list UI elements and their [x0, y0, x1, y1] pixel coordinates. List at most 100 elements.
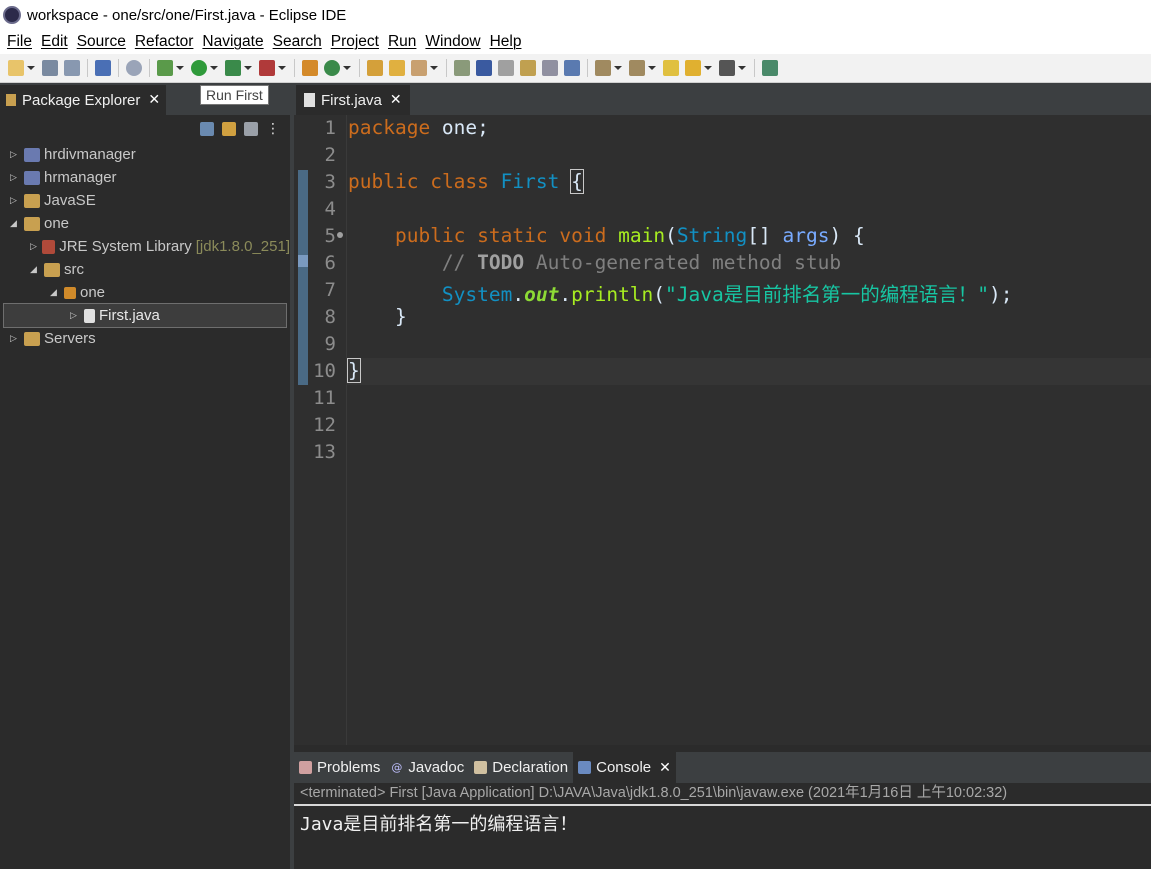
menu-window[interactable]: Window [425, 33, 480, 51]
matching-bracket: } [347, 358, 361, 383]
external-tools-dropdown-icon[interactable] [278, 66, 286, 70]
task-marker-icon[interactable] [298, 255, 308, 267]
previous-annotation-icon[interactable] [629, 60, 645, 76]
punctuation: ) { [829, 224, 865, 247]
open-folder-icon[interactable] [389, 60, 405, 76]
tree-item-jre-library[interactable]: ▷ JRE System Library [jdk1.8.0_251] [0, 235, 290, 258]
tree-item-src[interactable]: ◢ src [0, 258, 290, 281]
new-java-package-icon[interactable] [324, 60, 340, 76]
tree-item-one-project[interactable]: ◢ one [0, 212, 290, 235]
menu-file[interactable]: File [7, 33, 32, 51]
highlight-icon[interactable] [476, 60, 492, 76]
menu-help[interactable]: Help [490, 33, 522, 51]
show-whitespace-icon[interactable] [542, 60, 558, 76]
external-tools-icon[interactable] [259, 60, 275, 76]
tree-item-hrmanager[interactable]: ▷ hrmanager [0, 166, 290, 189]
string-literal: "Java是目前排名第一的编程语言！" [665, 283, 989, 306]
new-icon[interactable] [8, 60, 24, 76]
expand-icon[interactable]: ▷ [10, 149, 20, 160]
java-file-icon [84, 308, 95, 323]
back-dropdown-icon[interactable] [704, 66, 712, 70]
next-annotation-dropdown-icon[interactable] [614, 66, 622, 70]
tab-package-explorer[interactable]: Package Explorer ✕ [0, 83, 167, 115]
new-class-dropdown-icon[interactable] [343, 66, 351, 70]
debug-dropdown-icon[interactable] [176, 66, 184, 70]
keyword: package [348, 116, 431, 139]
tab-javadoc[interactable]: @ Javadoc [385, 752, 469, 783]
filter-icon[interactable] [244, 122, 258, 136]
tab-first-java[interactable]: First.java ✕ [296, 83, 410, 115]
menu-project[interactable]: Project [331, 33, 379, 51]
menu-run[interactable]: Run [388, 33, 416, 51]
forward-icon[interactable] [719, 60, 735, 76]
save-all-icon[interactable] [64, 60, 80, 76]
tree-item-label: JRE System Library [59, 238, 192, 255]
debug-icon[interactable] [157, 60, 173, 76]
toggle-mark-occurrences-icon[interactable] [454, 60, 470, 76]
pin-editor-icon[interactable] [762, 60, 778, 76]
next-annotation-icon[interactable] [595, 60, 611, 76]
close-icon[interactable]: ✕ [659, 760, 671, 776]
new-java-project-icon[interactable] [302, 60, 318, 76]
open-type-icon[interactable] [367, 60, 383, 76]
line-number: 11 [313, 387, 336, 409]
word-wrap-icon[interactable] [520, 60, 536, 76]
new-dropdown-icon[interactable] [27, 66, 35, 70]
line-number: 12 [313, 414, 336, 436]
fold-icon[interactable] [337, 232, 343, 238]
previous-annotation-dropdown-icon[interactable] [648, 66, 656, 70]
forward-dropdown-icon[interactable] [738, 66, 746, 70]
run-icon[interactable] [191, 60, 207, 76]
line-number: 8 [324, 306, 336, 328]
menu-navigate[interactable]: Navigate [202, 33, 263, 51]
tree-item-one-package[interactable]: ◢ one [0, 281, 290, 304]
tree-item-hrdivmanager[interactable]: ▷ hrdivmanager [0, 143, 290, 166]
tree-item-javase[interactable]: ▷ JavaSE [0, 189, 290, 212]
run-dropdown-icon[interactable] [210, 66, 218, 70]
block-selection-icon[interactable] [498, 60, 514, 76]
menu-search[interactable]: Search [273, 33, 322, 51]
expand-icon[interactable]: ▷ [10, 172, 20, 183]
collapse-icon[interactable]: ◢ [50, 287, 60, 298]
expand-icon[interactable]: ▷ [30, 241, 38, 252]
tab-problems[interactable]: Problems [294, 752, 385, 783]
matching-bracket: { [570, 169, 584, 194]
close-icon[interactable]: ✕ [390, 92, 402, 108]
view-menu-icon[interactable]: ⋮ [266, 122, 280, 136]
pilcrow-icon[interactable] [564, 60, 580, 76]
expand-icon[interactable]: ▷ [70, 310, 80, 321]
tab-console[interactable]: Console ✕ [573, 752, 676, 783]
tab-declaration[interactable]: Declaration [469, 752, 573, 783]
coverage-dropdown-icon[interactable] [244, 66, 252, 70]
collapse-icon[interactable]: ◢ [30, 264, 40, 275]
skip-breakpoints-icon[interactable] [126, 60, 142, 76]
keyword: public [348, 170, 419, 193]
search-icon[interactable] [411, 60, 427, 76]
save-icon[interactable] [42, 60, 58, 76]
tree-item-servers[interactable]: ▷ Servers [0, 327, 290, 350]
console-view[interactable]: <terminated> First [Java Application] D:… [294, 783, 1151, 869]
code-line-6: // TODO Auto-generated method stub [348, 251, 841, 274]
terminal-icon[interactable] [95, 60, 111, 76]
code-line-8: } [348, 305, 407, 328]
search-dropdown-icon[interactable] [430, 66, 438, 70]
link-with-editor-icon[interactable] [222, 122, 236, 136]
menu-edit[interactable]: Edit [41, 33, 68, 51]
menu-source[interactable]: Source [77, 33, 126, 51]
panel-splitter[interactable] [294, 745, 1151, 752]
collapse-icon[interactable]: ◢ [10, 218, 20, 229]
collapse-all-icon[interactable] [200, 122, 214, 136]
close-icon[interactable]: ✕ [148, 92, 160, 108]
expand-icon[interactable]: ▷ [10, 333, 20, 344]
coverage-icon[interactable] [225, 60, 241, 76]
menu-refactor[interactable]: Refactor [135, 33, 194, 51]
line-number: 7 [324, 279, 336, 301]
run-tooltip: Run First [200, 85, 269, 105]
expand-icon[interactable]: ▷ [10, 195, 20, 206]
last-edit-location-icon[interactable] [663, 60, 679, 76]
back-icon[interactable] [685, 60, 701, 76]
toolbar-separator [149, 59, 150, 77]
tree-item-first-java[interactable]: ▷ First.java [3, 303, 287, 328]
code-editor[interactable]: 1 2 3 4 5 6 7 8 9 10 11 12 13 package on… [294, 115, 1151, 745]
punctuation: . [559, 283, 572, 306]
